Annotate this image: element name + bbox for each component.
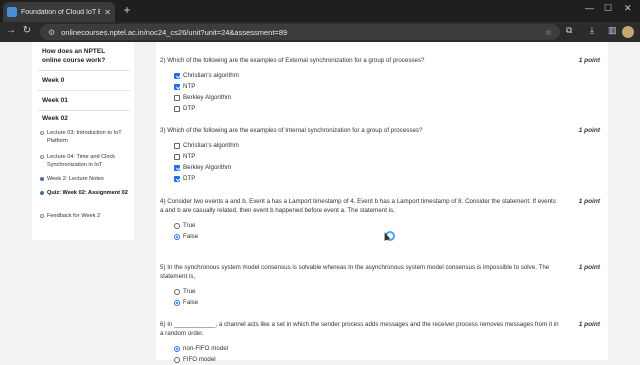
option-christians-algorithm[interactable]: Christian's algorithm	[174, 70, 600, 81]
status-dot-icon	[40, 177, 44, 181]
question-points: 1 point	[578, 198, 600, 205]
sidebar-item-label: Week 2: Lecture Notes	[47, 176, 104, 182]
radio-button[interactable]	[174, 233, 180, 240]
checkbox[interactable]	[174, 175, 180, 182]
profile-avatar[interactable]	[622, 26, 634, 38]
option-label: Christian's algorithm	[183, 142, 239, 149]
radio-button[interactable]	[174, 299, 180, 306]
option-berkley-algorithm[interactable]: Berkley Algorithm	[174, 162, 600, 173]
option-ntp[interactable]: NTP	[174, 151, 600, 162]
option-christians-algorithm[interactable]: Christian's algorithm	[174, 140, 600, 151]
sidebar-week-0[interactable]: Week 0	[42, 76, 64, 85]
option-label: DTP	[183, 175, 196, 182]
radio-button[interactable]	[174, 345, 180, 352]
download-icon[interactable]: ⤓	[590, 25, 594, 36]
checkbox[interactable]	[174, 105, 180, 112]
sidebar-item-label: Feedback for Week 2	[47, 213, 101, 219]
browser-tab-bar: Foundation of Cloud IoT Edge M ✕ + — ☐ ✕	[0, 0, 640, 22]
option-label: False	[183, 233, 199, 240]
site-favicon-icon	[7, 7, 17, 17]
option-false[interactable]: False	[174, 297, 600, 308]
sidebar-item-lecture-04[interactable]: Lecture 04: Time and Clock Synchronizati…	[40, 153, 130, 169]
browser-tab[interactable]: Foundation of Cloud IoT Edge M ✕	[3, 2, 115, 22]
forward-icon[interactable]: →	[4, 25, 18, 36]
option-dtp[interactable]: DTP	[174, 103, 600, 114]
assignment-content: 2) Which of the following are the exampl…	[156, 42, 608, 363]
divider	[38, 90, 130, 91]
option-true[interactable]: True	[174, 220, 600, 231]
option-ntp[interactable]: NTP	[174, 81, 600, 92]
question-2: 2) Which of the following are the exampl…	[160, 56, 600, 114]
option-label: NTP	[183, 153, 196, 160]
checkbox[interactable]	[174, 72, 180, 79]
sidebar-week-1[interactable]: Week 01	[42, 96, 68, 105]
option-label: Berkley Algorithm	[183, 94, 232, 101]
close-window-icon[interactable]: ✕	[624, 3, 632, 14]
browser-toolbar: → ↻ ⚙ onlinecourses.nptel.ac.in/noc24_cs…	[0, 22, 640, 42]
question-points: 1 point	[578, 321, 600, 328]
question-4: 4) Consider two events a and b. Event a …	[160, 197, 600, 242]
sidebar-item-feedback[interactable]: Feedback for Week 2	[40, 212, 130, 220]
close-tab-icon[interactable]: ✕	[104, 8, 111, 17]
checkbox[interactable]	[174, 83, 180, 90]
question-6: 6) In ____________, a channel acts like …	[160, 320, 600, 365]
question-text: 3) Which of the following are the exampl…	[160, 127, 423, 134]
radio-button[interactable]	[174, 288, 180, 295]
side-panel-icon[interactable]: ▥	[608, 25, 617, 36]
bookmark-star-icon[interactable]: ☆	[545, 28, 552, 37]
new-tab-icon[interactable]: +	[120, 3, 134, 17]
address-bar[interactable]: ⚙ onlinecourses.nptel.ac.in/noc24_cs26/u…	[40, 24, 560, 40]
question-3: 3) Which of the following are the exampl…	[160, 126, 600, 184]
question-text: 6) In ____________, a channel acts like …	[160, 321, 559, 337]
sidebar-item-quiz-week-02[interactable]: Quiz: Week 02: Assignment 02	[40, 189, 130, 197]
radio-button[interactable]	[174, 222, 180, 229]
question-text: 5) In the synchronous system model conse…	[160, 264, 550, 280]
minimize-icon[interactable]: —	[585, 3, 594, 13]
sidebar-item-lecture-notes[interactable]: Week 2: Lecture Notes	[40, 175, 130, 183]
extensions-icon[interactable]: ⧉	[566, 25, 572, 36]
status-dot-icon	[40, 214, 44, 218]
status-dot-icon	[40, 131, 44, 135]
course-sidebar: How does an NPTEL online course work? We…	[32, 42, 134, 240]
page-body: How does an NPTEL online course work? We…	[0, 42, 640, 363]
maximize-icon[interactable]: ☐	[604, 3, 612, 14]
option-label: False	[183, 299, 199, 306]
sidebar-how-it-works[interactable]: How does an NPTEL online course work?	[42, 47, 126, 65]
reload-icon[interactable]: ↻	[20, 25, 34, 36]
question-5: 5) In the synchronous system model conse…	[160, 263, 600, 308]
question-points: 1 point	[578, 127, 600, 134]
site-info-icon[interactable]: ⚙	[48, 28, 55, 37]
question-text: 2) Which of the following are the exampl…	[160, 57, 425, 64]
option-dtp[interactable]: DTP	[174, 173, 600, 184]
sidebar-week-2[interactable]: Week 02	[42, 114, 68, 123]
sidebar-item-label: Lecture 03: Introduction to IoT Platform	[47, 130, 122, 144]
option-label: True	[183, 288, 196, 295]
sidebar-item-label: Lecture 04: Time and Clock Synchronizati…	[47, 154, 116, 168]
option-berkley-algorithm[interactable]: Berkley Algorithm	[174, 92, 600, 103]
checkbox[interactable]	[174, 94, 180, 101]
tab-title: Foundation of Cloud IoT Edge M	[21, 8, 101, 16]
option-label: True	[183, 222, 196, 229]
sidebar-item-label: Quiz: Week 02: Assignment 02	[47, 190, 128, 196]
question-points: 1 point	[578, 57, 600, 64]
checkbox[interactable]	[174, 153, 180, 160]
option-label: non-FIFO model	[183, 345, 229, 352]
divider	[38, 70, 130, 71]
question-points: 1 point	[578, 264, 600, 271]
url-text: onlinecourses.nptel.ac.in/noc24_cs26/uni…	[61, 27, 288, 37]
checkbox[interactable]	[174, 142, 180, 149]
option-label: DTP	[183, 105, 196, 112]
divider	[38, 110, 130, 111]
checkbox[interactable]	[174, 164, 180, 171]
option-label: Christian's algorithm	[183, 72, 239, 79]
sidebar-item-lecture-03[interactable]: Lecture 03: Introduction to IoT Platform	[40, 129, 130, 145]
option-true[interactable]: True	[174, 286, 600, 297]
status-dot-icon	[40, 191, 44, 195]
question-text: 4) Consider two events a and b. Event a …	[160, 198, 556, 214]
option-label: NTP	[183, 83, 196, 90]
option-non-fifo-model[interactable]: non-FIFO model	[174, 343, 600, 354]
status-dot-icon	[40, 155, 44, 159]
option-label: Berkley Algorithm	[183, 164, 232, 171]
